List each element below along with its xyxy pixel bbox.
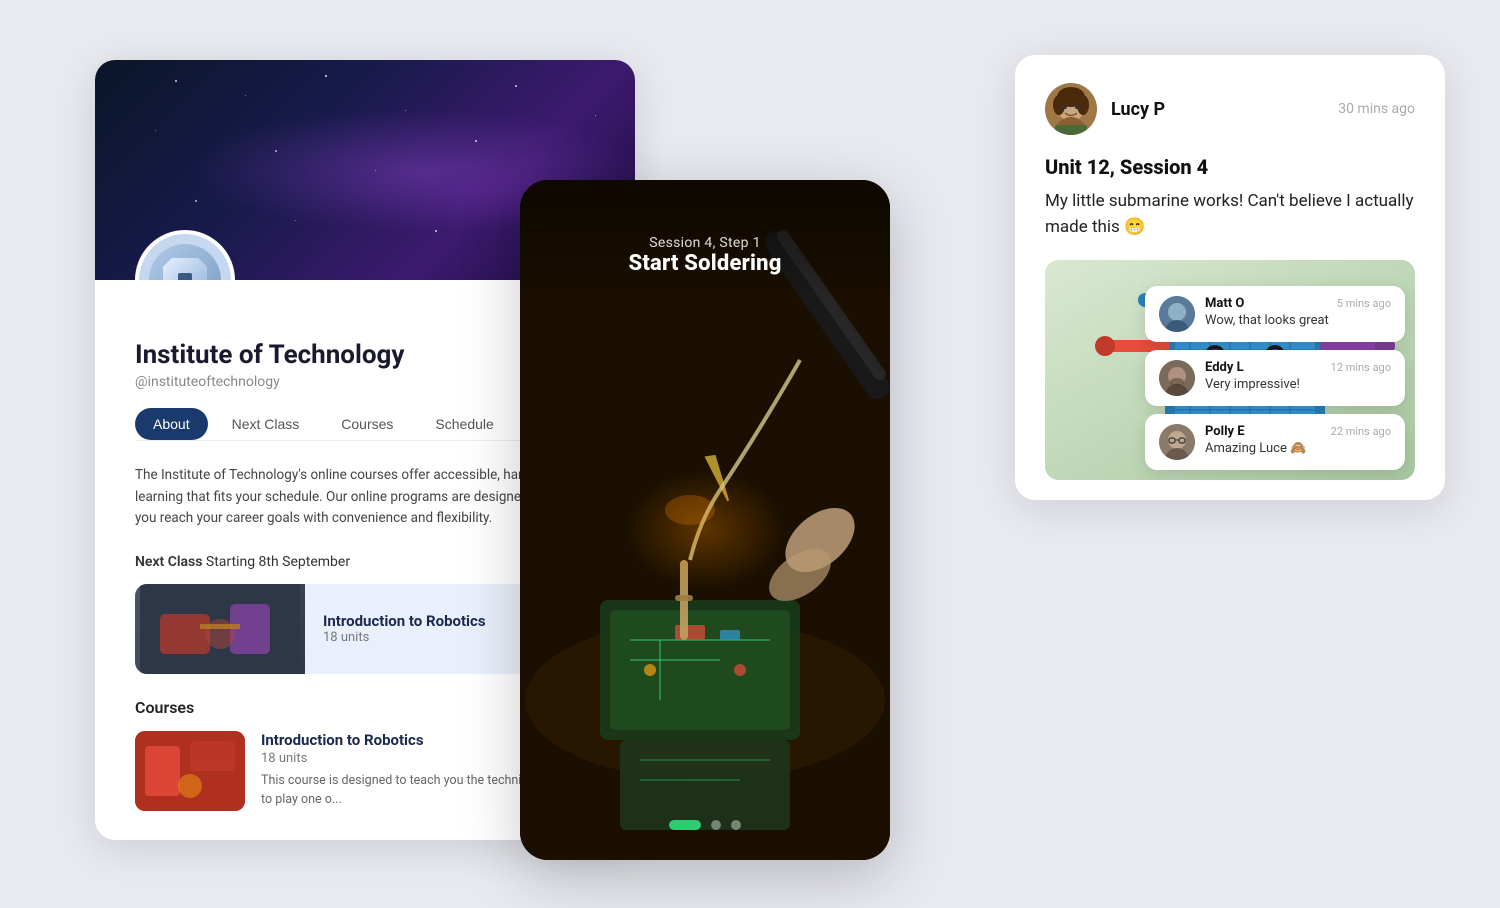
course-info: Introduction to Robotics 18 units <box>305 602 504 655</box>
chip-avatar-bg <box>149 244 221 280</box>
comment-time-eddy: 12 mins ago <box>1331 361 1391 374</box>
post-time: 30 mins ago <box>1338 101 1415 117</box>
comment-name-matt: Matt O <box>1205 296 1244 311</box>
comment-name-eddy: Eddy L <box>1205 360 1244 375</box>
comment-avatar-eddy <box>1159 360 1195 396</box>
eddy-avatar-svg <box>1159 360 1195 396</box>
course-units: 18 units <box>323 630 486 645</box>
post-unit-label: Unit 12, Session 4 <box>1045 155 1415 179</box>
tab-courses[interactable]: Courses <box>323 408 411 440</box>
comment-eddy: Eddy L 12 mins ago Very impressive! <box>1145 350 1405 406</box>
post-body-text: My little submarine works! Can't believe… <box>1045 189 1415 240</box>
session-header-overlay: Session 4, Step 1 Start Soldering <box>520 180 890 300</box>
comment-matt: Matt O 5 mins ago Wow, that looks great <box>1145 286 1405 342</box>
post-card: Lucy P 30 mins ago Unit 12, Session 4 My… <box>1015 55 1445 500</box>
tab-next-class[interactable]: Next Class <box>214 408 318 440</box>
dot-1[interactable] <box>669 820 701 830</box>
comment-header-polly: Polly E 22 mins ago <box>1205 424 1391 439</box>
comment-content-eddy: Eddy L 12 mins ago Very impressive! <box>1205 360 1391 392</box>
course-thumb-svg <box>140 584 300 674</box>
comment-time-matt: 5 mins ago <box>1337 297 1391 310</box>
matt-avatar-svg <box>1159 296 1195 332</box>
session-background: Session 4, Step 1 Start Soldering <box>520 180 890 860</box>
session-step-label: Session 4, Step 1 <box>649 235 761 251</box>
post-header: Lucy P 30 mins ago <box>1045 83 1415 135</box>
tab-schedule[interactable]: Schedule <box>417 408 511 440</box>
polly-avatar-svg <box>1159 424 1195 460</box>
comment-avatar-matt <box>1159 296 1195 332</box>
lucy-avatar-face <box>1045 83 1097 135</box>
comment-text-matt: Wow, that looks great <box>1205 313 1391 328</box>
comment-header-eddy: Eddy L 12 mins ago <box>1205 360 1391 375</box>
comment-time-polly: 22 mins ago <box>1331 425 1391 438</box>
comment-avatar-polly <box>1159 424 1195 460</box>
course-title: Introduction to Robotics <box>323 612 486 630</box>
post-author-avatar <box>1045 83 1097 135</box>
comment-text-eddy: Very impressive! <box>1205 377 1391 392</box>
post-author-name: Lucy P <box>1111 99 1165 120</box>
dot-3[interactable] <box>731 820 741 830</box>
comment-content-matt: Matt O 5 mins ago Wow, that looks great <box>1205 296 1391 328</box>
dot-2[interactable] <box>711 820 721 830</box>
courses-list-thumb <box>135 731 245 811</box>
comment-header-matt: Matt O 5 mins ago <box>1205 296 1391 311</box>
session-progress-dots <box>520 820 890 830</box>
chip-icon <box>163 258 207 280</box>
course-thumbnail <box>135 584 305 674</box>
session-card: Session 4, Step 1 Start Soldering <box>520 180 890 860</box>
comment-polly: Polly E 22 mins ago Amazing Luce 🙈 <box>1145 414 1405 470</box>
chip-center <box>178 273 192 280</box>
lucy-face-svg <box>1045 83 1097 135</box>
courses-thumb-svg <box>135 731 245 811</box>
comment-name-polly: Polly E <box>1205 424 1245 439</box>
comments-overlay: Matt O 5 mins ago Wow, that looks great <box>1145 286 1405 470</box>
tab-about[interactable]: About <box>135 408 208 440</box>
comment-text-polly: Amazing Luce 🙈 <box>1205 441 1391 456</box>
comment-content-polly: Polly E 22 mins ago Amazing Luce 🙈 <box>1205 424 1391 456</box>
session-title: Start Soldering <box>628 251 781 276</box>
post-image: Matt O 5 mins ago Wow, that looks great <box>1045 260 1415 480</box>
post-user: Lucy P <box>1045 83 1165 135</box>
